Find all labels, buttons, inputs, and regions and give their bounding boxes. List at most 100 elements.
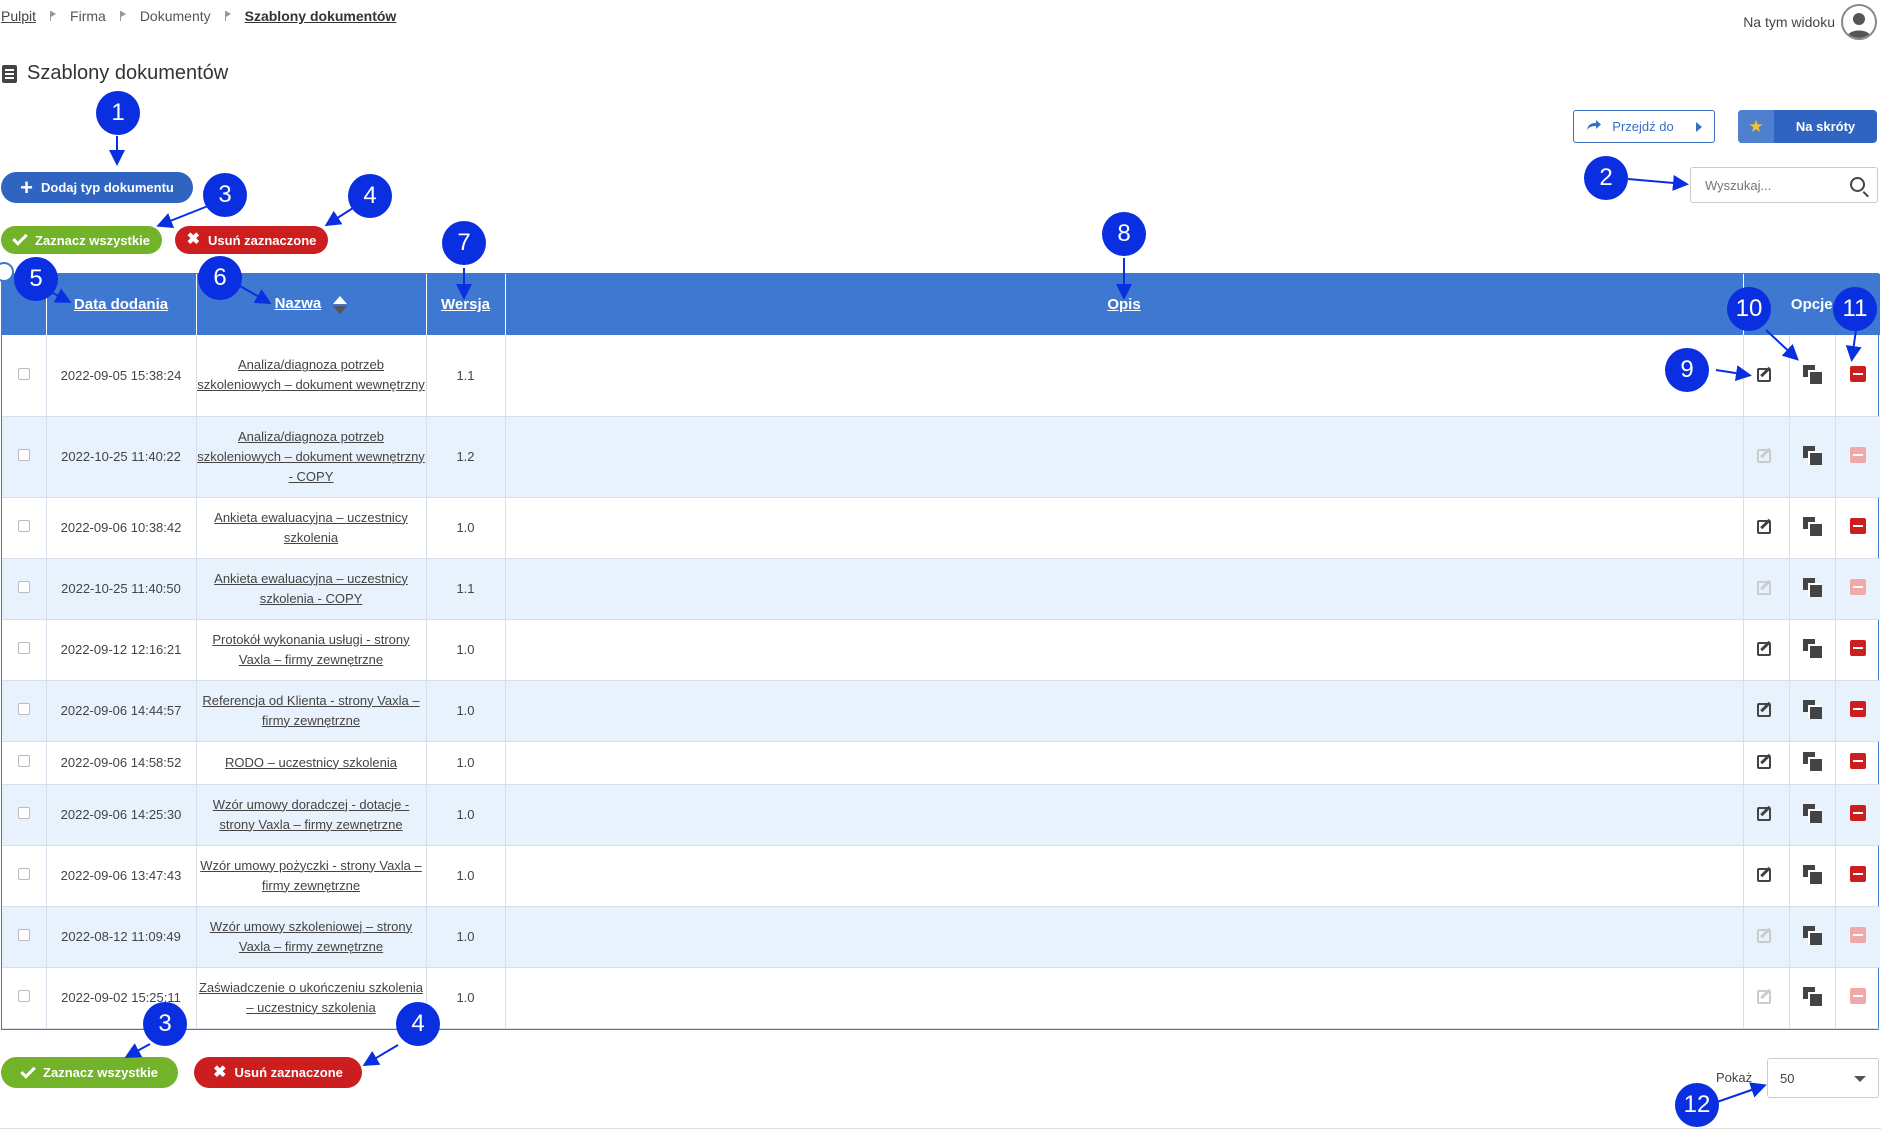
row-checkbox[interactable] xyxy=(17,807,30,819)
row-name-link[interactable]: Wzór umowy szkoleniowej – strony Vaxla –… xyxy=(210,919,412,954)
row-date: 2022-08-12 11:09:49 xyxy=(46,906,197,968)
breadcrumb-firma[interactable]: Firma xyxy=(70,8,106,24)
user-icon[interactable] xyxy=(1841,4,1877,40)
row-edit-cell xyxy=(1743,680,1790,742)
sort-icon[interactable] xyxy=(333,295,348,314)
row-edit-cell xyxy=(1743,906,1790,968)
column-header-date[interactable]: Data dodania xyxy=(46,274,197,335)
row-description xyxy=(505,967,1744,1029)
row-checkbox[interactable] xyxy=(17,990,30,1002)
select-all-button-bottom[interactable]: Zaznacz wszystkie xyxy=(1,1057,178,1088)
copy-icon[interactable] xyxy=(1803,752,1822,771)
row-name-link[interactable]: Wzór umowy doradczej - dotacje - strony … xyxy=(213,797,410,832)
sort-version-link[interactable]: Wersja xyxy=(441,296,490,313)
edit-icon[interactable] xyxy=(1757,517,1775,535)
row-checkbox[interactable] xyxy=(17,449,30,461)
copy-icon[interactable] xyxy=(1803,987,1822,1006)
shortcut-button[interactable]: ★ Na skróty xyxy=(1738,110,1877,143)
table-row: 2022-09-06 13:47:43 Wzór umowy pożyczki -… xyxy=(2,845,1880,907)
column-header-version[interactable]: Wersja xyxy=(426,274,506,335)
add-document-type-button[interactable]: + Dodaj typ dokumentu xyxy=(1,172,193,203)
delete-icon[interactable] xyxy=(1849,518,1866,534)
copy-icon[interactable] xyxy=(1803,865,1822,884)
edit-icon[interactable] xyxy=(1757,639,1775,657)
copy-icon[interactable] xyxy=(1803,804,1822,823)
breadcrumb-current[interactable]: Szablony dokumentów xyxy=(245,8,397,24)
breadcrumb-dokumenty[interactable]: Dokumenty xyxy=(140,8,211,24)
row-edit-cell xyxy=(1743,497,1790,559)
edit-icon[interactable] xyxy=(1757,752,1775,770)
row-delete-cell xyxy=(1835,845,1880,907)
row-checkbox[interactable] xyxy=(17,581,30,593)
row-checkbox[interactable] xyxy=(17,929,30,941)
delete-icon[interactable] xyxy=(1849,866,1866,882)
edit-icon[interactable] xyxy=(1757,365,1775,383)
row-checkbox[interactable] xyxy=(17,703,30,715)
table-row: 2022-09-06 10:38:42 Ankieta ewaluacyjna –… xyxy=(2,497,1880,559)
row-name-link[interactable]: Referencja od Klienta - strony Vaxla – f… xyxy=(202,693,419,728)
row-description xyxy=(505,680,1744,742)
row-name-link[interactable]: Analiza/diagnoza potrzeb szkoleniowych –… xyxy=(197,429,425,484)
page-title-text: Szablony dokumentów xyxy=(27,62,229,84)
delete-icon xyxy=(1849,447,1866,463)
row-checkbox[interactable] xyxy=(17,755,30,767)
copy-icon[interactable] xyxy=(1803,364,1822,384)
callout-6: 6 xyxy=(198,256,242,300)
delete-selected-button-top[interactable]: ✖ Usuń zaznaczone xyxy=(175,226,328,254)
delete-icon[interactable] xyxy=(1849,365,1866,382)
delete-icon[interactable] xyxy=(1849,701,1866,717)
copy-icon[interactable] xyxy=(1803,578,1822,597)
page-size-select[interactable]: 50 xyxy=(1767,1058,1879,1098)
delete-selected-button-bottom[interactable]: ✖ Usuń zaznaczone xyxy=(194,1057,362,1088)
row-copy-cell xyxy=(1789,619,1836,681)
delete-icon[interactable] xyxy=(1849,753,1866,769)
copy-icon[interactable] xyxy=(1803,639,1822,658)
breadcrumb-pulpit[interactable]: Pulpit xyxy=(1,8,36,24)
copy-icon[interactable] xyxy=(1803,446,1822,465)
breadcrumb: Pulpit Firma Dokumenty Szablony dokument… xyxy=(1,8,396,24)
row-checkbox[interactable] xyxy=(17,868,30,880)
row-delete-cell xyxy=(1835,741,1880,785)
row-checkbox[interactable] xyxy=(17,367,30,380)
row-delete-cell xyxy=(1835,335,1880,417)
row-copy-cell xyxy=(1789,741,1836,785)
row-date: 2022-09-06 10:38:42 xyxy=(46,497,197,559)
check-icon xyxy=(12,230,28,246)
row-name-link[interactable]: Protokół wykonania usługi - strony Vaxla… xyxy=(212,632,409,667)
edit-icon[interactable] xyxy=(1757,804,1775,822)
copy-icon[interactable] xyxy=(1803,517,1822,536)
delete-icon[interactable] xyxy=(1849,640,1866,656)
row-name-link[interactable]: Wzór umowy pożyczki - strony Vaxla – fir… xyxy=(200,858,422,893)
row-name-link[interactable]: Ankieta ewaluacyjna – uczestnicy szkolen… xyxy=(214,571,408,606)
row-name-link[interactable]: Zaświadczenie o ukończeniu szkolenia – u… xyxy=(199,980,423,1015)
table-row: 2022-09-02 15:25:11 Zaświadczenie o ukońc… xyxy=(2,967,1880,1029)
select-all-button-top[interactable]: Zaznacz wszystkie xyxy=(1,226,162,254)
row-name-link[interactable]: Analiza/diagnoza potrzeb szkoleniowych –… xyxy=(197,357,425,392)
sort-date-link[interactable]: Data dodania xyxy=(74,296,168,313)
edit-icon[interactable] xyxy=(1757,700,1775,718)
callout-2: 2 xyxy=(1584,156,1628,200)
chevron-down-icon xyxy=(1854,1076,1866,1082)
copy-icon[interactable] xyxy=(1803,926,1822,945)
callout-5: 5 xyxy=(14,257,58,301)
row-name-link[interactable]: Ankieta ewaluacyjna – uczestnicy szkolen… xyxy=(214,510,408,545)
row-date: 2022-09-06 14:58:52 xyxy=(46,741,197,785)
delete-icon[interactable] xyxy=(1849,805,1866,821)
edit-icon[interactable] xyxy=(1757,865,1775,883)
goto-button[interactable]: Przejdź do xyxy=(1573,110,1715,143)
search-icon[interactable] xyxy=(1850,177,1865,192)
row-checkbox[interactable] xyxy=(17,642,30,654)
star-icon: ★ xyxy=(1738,110,1774,143)
row-delete-cell xyxy=(1835,558,1880,620)
sort-name-link[interactable]: Nazwa xyxy=(275,295,322,312)
view-user-menu[interactable]: Na tym widoku xyxy=(1743,4,1877,40)
search-input[interactable] xyxy=(1691,168,1841,202)
sort-description-link[interactable]: Opis xyxy=(1107,296,1140,313)
row-checkbox[interactable] xyxy=(17,520,30,532)
table-row: 2022-09-06 14:58:52 RODO – uczestnicy szk… xyxy=(2,741,1880,785)
templates-table: Data dodania Nazwa Wersja Opis Opcje 202… xyxy=(1,273,1880,1030)
page-size-label: Pokaż xyxy=(1716,1070,1753,1085)
row-name-link[interactable]: RODO – uczestnicy szkolenia xyxy=(225,755,397,770)
column-header-description[interactable]: Opis xyxy=(505,274,1744,335)
copy-icon[interactable] xyxy=(1803,700,1822,719)
